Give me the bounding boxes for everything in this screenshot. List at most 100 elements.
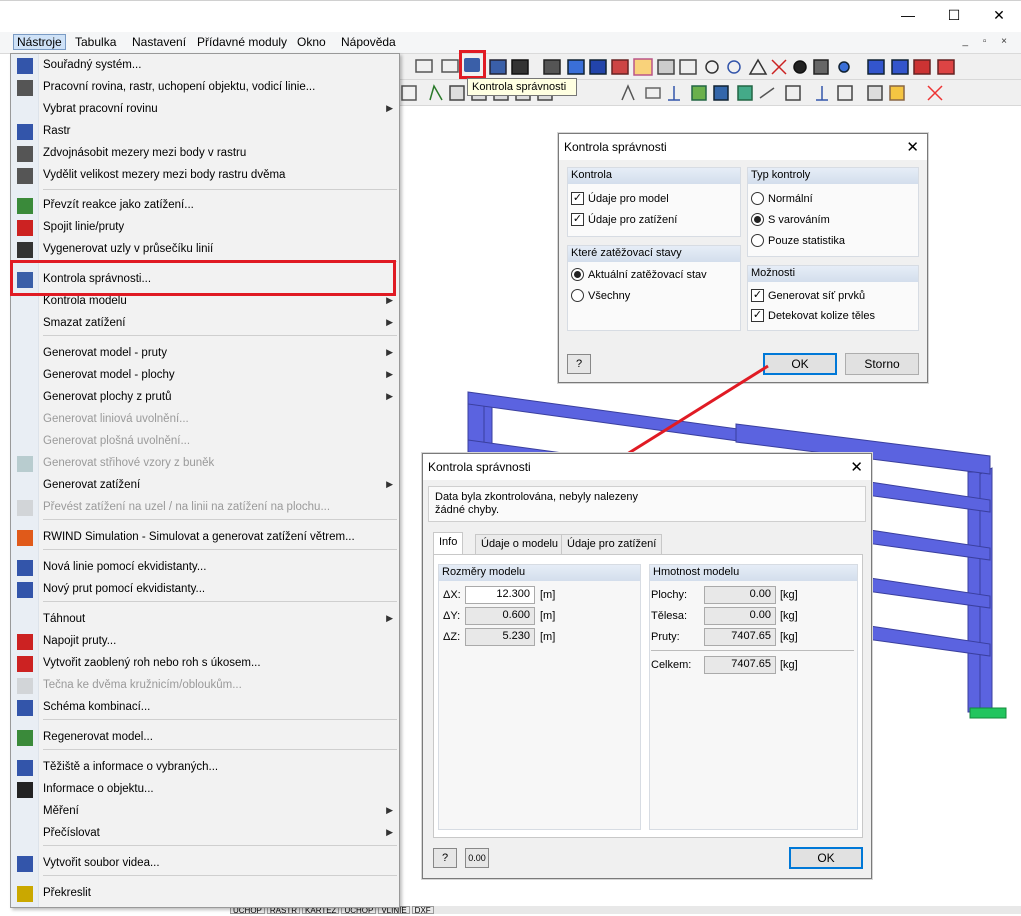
radio-all[interactable]: Všechny	[571, 289, 630, 302]
menu-item[interactable]: Smazat zatížení ▶	[11, 313, 399, 335]
dz-field[interactable]: 5.230	[465, 628, 535, 646]
offset-line-icon	[17, 560, 33, 576]
help-button[interactable]: ?	[433, 848, 457, 868]
title-bar: — ☐ ✕	[0, 0, 1021, 32]
menu-nastroje[interactable]: Nástroje	[13, 34, 66, 50]
toolbar-top-icons[interactable]	[398, 54, 1021, 80]
check-model[interactable]: ✓ Údaje pro model	[571, 192, 669, 205]
menu-item[interactable]: Regenerovat model...	[11, 727, 399, 749]
close-icon[interactable]: ✕	[850, 458, 863, 476]
menu-item[interactable]: Nová linie pomocí ekvidistanty...	[11, 557, 399, 579]
check-collision[interactable]: ✓ Detekovat kolize těles	[751, 309, 875, 322]
mdi-window-controls[interactable]: _ ▫ ×	[962, 36, 1013, 47]
pattern-icon	[17, 456, 33, 472]
close-button[interactable]: ✕	[976, 0, 1021, 30]
dx-field[interactable]: 12.300	[465, 586, 535, 604]
menu-item-label: Vytvořit zaoblený roh nebo roh s úkosem.…	[43, 657, 261, 669]
menu-separator	[43, 749, 397, 750]
menu-item[interactable]: Vybrat pracovní rovinu ▶	[11, 99, 399, 121]
tab-model-data[interactable]: Údaje o modelu	[475, 534, 565, 554]
close-icon[interactable]: ✕	[906, 138, 919, 156]
menu-item-label: Souřadný systém...	[43, 59, 142, 71]
plausibility-check-toolbar-icon[interactable]	[464, 58, 480, 72]
menu-item[interactable]: Zdvojnásobit mezery mezi body v rastru	[11, 143, 399, 165]
menu-item-label: Vydělit velikost mezery mezi body rastru…	[43, 169, 286, 181]
tooltip: Kontrola správnosti	[467, 78, 577, 96]
menu-item[interactable]: Převzít reakce jako zatížení...	[11, 195, 399, 217]
menu-item[interactable]: Vydělit velikost mezery mezi body rastru…	[11, 165, 399, 187]
group-stavy-title: Které zatěžovací stavy	[568, 246, 740, 262]
grid-double-icon	[17, 146, 33, 162]
radio-current[interactable]: Aktuální zatěžovací stav	[571, 268, 707, 281]
video-icon	[17, 856, 33, 872]
check-dialog-title: Kontrola správnosti	[559, 134, 927, 160]
menu-item[interactable]: Pracovní rovina, rastr, uchopení objektu…	[11, 77, 399, 99]
radio-normal[interactable]: Normální	[751, 192, 813, 205]
menu-item-label: RWIND Simulation - Simulovat a generovat…	[43, 531, 355, 543]
menu-item[interactable]: Generovat plochy z prutů ▶	[11, 387, 399, 409]
menu-napoveda[interactable]: Nápověda	[341, 35, 396, 49]
plochy-field[interactable]: 0.00	[704, 586, 776, 604]
tab-load-data[interactable]: Údaje pro zatížení	[561, 534, 663, 554]
pruty-label: Pruty:	[651, 631, 680, 643]
maximize-button[interactable]: ☐	[931, 0, 977, 30]
menu-item[interactable]: Těžiště a informace o vybraných...	[11, 757, 399, 779]
menu-item[interactable]: RWIND Simulation - Simulovat a generovat…	[11, 527, 399, 549]
menu-separator	[43, 519, 397, 520]
radio-stats[interactable]: Pouze statistika	[751, 234, 845, 247]
menu-item[interactable]: Generovat model - plochy ▶	[11, 365, 399, 387]
menu-item[interactable]: Nový prut pomocí ekvidistanty...	[11, 579, 399, 601]
menu-item-label: Zdvojnásobit mezery mezi body v rastru	[43, 147, 247, 159]
menu-item[interactable]: Generovat model - pruty ▶	[11, 343, 399, 365]
menu-item[interactable]: Měření ▶	[11, 801, 399, 823]
grid-half-icon	[17, 168, 33, 184]
menu-nastaveni[interactable]: Nastavení	[132, 35, 186, 49]
menu-item[interactable]: Napojit pruty...	[11, 631, 399, 653]
menu-item[interactable]: Informace o objektu...	[11, 779, 399, 801]
menu-item-label: Tečna ke dvěma kružnicím/obloukům...	[43, 679, 242, 691]
connect-lines-icon	[17, 220, 33, 236]
menu-item[interactable]: Vytvořit zaoblený roh nebo roh s úkosem.…	[11, 653, 399, 675]
minimize-button[interactable]: —	[885, 0, 931, 30]
menu-item-label: Pracovní rovina, rastr, uchopení objektu…	[43, 81, 316, 93]
cancel-button[interactable]: Storno	[845, 353, 919, 375]
menu-item[interactable]: Vytvořit soubor videa...	[11, 853, 399, 875]
menu-item[interactable]: Generovat zatížení ▶	[11, 475, 399, 497]
menu-okno[interactable]: Okno	[297, 35, 326, 49]
menu-tabulka[interactable]: Tabulka	[75, 35, 116, 49]
group-rozmery-title: Rozměry modelu	[439, 565, 640, 581]
ok-button[interactable]: OK	[789, 847, 863, 869]
submenu-arrow-icon: ▶	[386, 479, 393, 489]
menu-item[interactable]: Spojit linie/pruty	[11, 217, 399, 239]
check-load[interactable]: ✓ Údaje pro zatížení	[571, 213, 677, 226]
menu-item[interactable]: Táhnout ▶	[11, 609, 399, 631]
radio-warn[interactable]: S varováním	[751, 213, 830, 226]
menu-separator	[43, 875, 397, 876]
menu-item[interactable]: Souřadný systém...	[11, 55, 399, 77]
check-mesh[interactable]: ✓ Generovat síť prvků	[751, 289, 865, 302]
dy-field[interactable]: 0.600	[465, 607, 535, 625]
menu-pridavne-moduly[interactable]: Přídavné moduly	[197, 35, 287, 49]
pruty-field[interactable]: 7407.65	[704, 628, 776, 646]
menu-item[interactable]: Přečíslovat ▶	[11, 823, 399, 845]
status-dxf[interactable]: DXF	[411, 906, 434, 914]
menu-item[interactable]: Rastr	[11, 121, 399, 143]
menu-item-label: Táhnout	[43, 613, 86, 625]
menu-item-label: Generovat plochy z prutů	[43, 391, 172, 403]
celkem-field[interactable]: 7407.65	[704, 656, 776, 674]
connect-members-icon	[17, 634, 33, 650]
menu-item: Generovat liniová uvolnění...	[11, 409, 399, 431]
help-button[interactable]: ?	[567, 354, 591, 374]
menu-item[interactable]: Vygenerovat uzly v průsečíku linií	[11, 239, 399, 261]
menu-item-label: Kontrola modelu	[43, 295, 127, 307]
regenerate-icon	[17, 730, 33, 746]
menu-item-label: Regenerovat model...	[43, 731, 153, 743]
centroid-icon	[17, 760, 33, 776]
telesa-field[interactable]: 0.00	[704, 607, 776, 625]
menu-item[interactable]: Schéma kombinací...	[11, 697, 399, 719]
dx-label: ΔX:	[443, 589, 461, 601]
pruty-unit: [kg]	[780, 631, 798, 643]
units-button[interactable]: 0.00	[465, 848, 489, 868]
menu-item[interactable]: Překreslit	[11, 883, 399, 905]
tab-info[interactable]: Info	[433, 532, 464, 554]
